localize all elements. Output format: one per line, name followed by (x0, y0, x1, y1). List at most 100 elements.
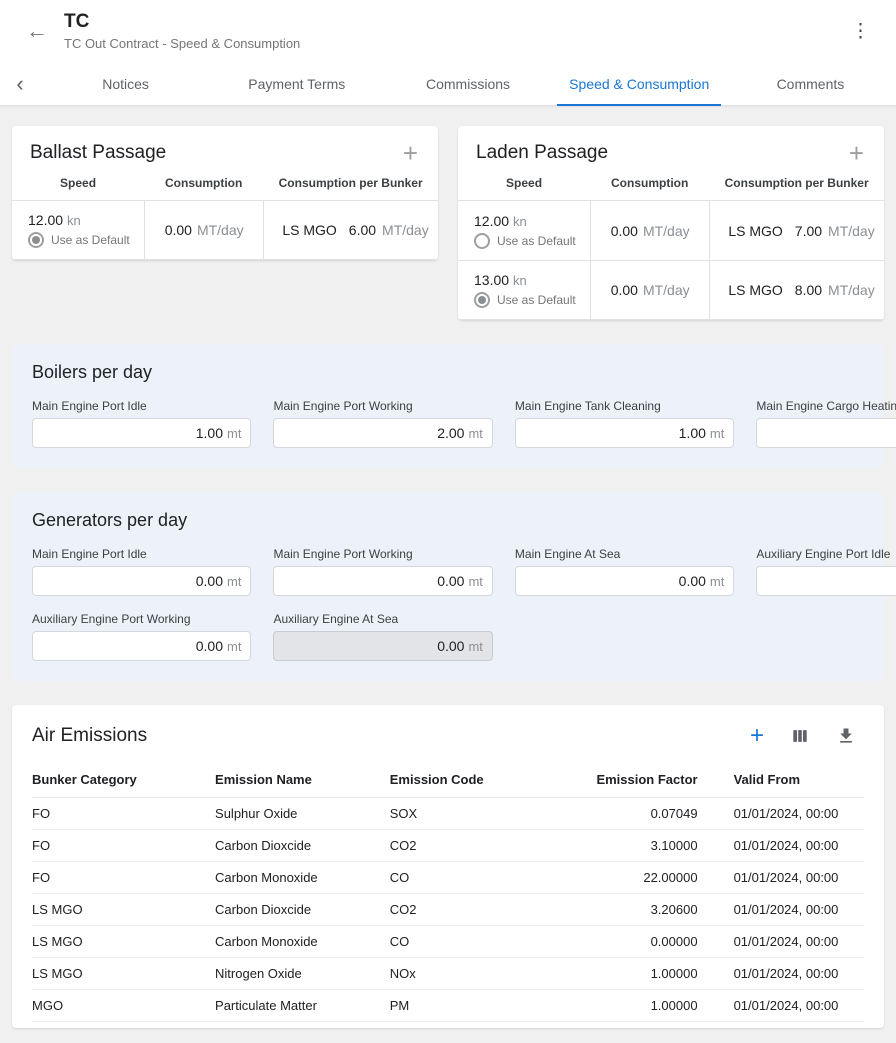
bunker-consumption-cell[interactable]: LS MGO 6.00 MT/day (263, 201, 438, 259)
air-emissions-card: Air Emissions + Bunker Cate (12, 705, 884, 1028)
tab-commissions[interactable]: Commissions (382, 62, 553, 105)
unit-label: mt (710, 426, 724, 441)
radio-selected-icon[interactable] (474, 292, 490, 308)
radio-unselected-icon[interactable] (474, 233, 490, 249)
use-as-default-option[interactable]: Use as Default (28, 232, 136, 248)
gen-aux-engine-port-idle-input[interactable] (766, 573, 896, 589)
laden-row-1: 12.00 kn Use as Default 0.00 MT/day LS (458, 200, 884, 260)
emission-row[interactable]: FO Carbon Monoxide CO 22.00000 01/01/202… (32, 861, 864, 893)
col-valid-from: Valid From (698, 763, 864, 798)
emissions-table-header-row: Bunker Category Emission Name Emission C… (32, 763, 864, 798)
speed-value-line: 12.00 kn (28, 212, 136, 228)
generators-per-day-section: Generators per day Main Engine Port Idle… (12, 492, 884, 681)
tab-notices[interactable]: Notices (40, 62, 211, 105)
bunker-name: LS MGO (282, 222, 336, 238)
breadcrumb: TC Out Contract - Speed & Consumption (64, 36, 845, 51)
tabs-scroll-left-icon[interactable]: ‹ (0, 62, 40, 105)
input-container: mt (756, 566, 896, 596)
air-emissions-actions: + (748, 723, 864, 749)
air-emissions-header: Air Emissions + (32, 721, 864, 763)
emission-row[interactable]: FO Sulphur Oxide SOX 0.07049 01/01/2024,… (32, 797, 864, 829)
laden-passage-header: Laden Passage + (458, 126, 884, 176)
input-container-disabled: mt (273, 631, 492, 661)
column-header-consumption-per-bunker: Consumption per Bunker (263, 176, 438, 190)
unit-label: mt (227, 574, 241, 589)
consumption-cell[interactable]: 0.00 MT/day (144, 201, 263, 259)
emission-row[interactable]: FO Carbon Dioxcide CO2 3.10000 01/01/202… (32, 829, 864, 861)
columns-icon[interactable] (788, 724, 812, 748)
column-header-consumption: Consumption (144, 176, 263, 190)
unit-label: mt (227, 426, 241, 441)
unit-label: mt (227, 639, 241, 654)
main-engine-port-working-input[interactable] (283, 425, 468, 441)
main-engine-port-idle-input[interactable] (42, 425, 227, 441)
bunker-consumption-cell[interactable]: LS MGO 7.00 MT/day (709, 201, 884, 260)
gen-aux-engine-port-working-input[interactable] (42, 638, 227, 654)
field-auxiliary-engine-port-idle: Auxiliary Engine Port Idle mt (756, 547, 896, 596)
column-header-speed: Speed (458, 176, 590, 190)
emission-row[interactable]: LS MGO Carbon Monoxide CO 0.00000 01/01/… (32, 925, 864, 957)
use-as-default-label: Use as Default (497, 293, 576, 307)
radio-selected-icon[interactable] (28, 232, 44, 248)
col-emission-code: Emission Code (390, 763, 540, 798)
gen-main-engine-port-working-input[interactable] (283, 573, 468, 589)
use-as-default-option[interactable]: Use as Default (474, 233, 582, 249)
consumption-value: 0.00 (611, 223, 638, 239)
unit-label: mt (468, 574, 482, 589)
ballast-passage-card: Ballast Passage + Speed Consumption Cons… (12, 126, 438, 260)
air-emissions-title: Air Emissions (32, 725, 147, 747)
laden-passage-card: Laden Passage + Speed Consumption Consum… (458, 126, 884, 320)
field-main-engine-cargo-heating: Main Engine Cargo Heating mt (756, 399, 896, 448)
field-main-engine-at-sea: Main Engine At Sea mt (515, 547, 734, 596)
input-container: mt (756, 418, 896, 448)
speed-value: 13.00 (474, 272, 509, 288)
gen-main-engine-port-idle-input[interactable] (42, 573, 227, 589)
gen-aux-engine-at-sea-input (283, 638, 468, 654)
input-container: mt (515, 566, 734, 596)
bunker-consumption-cell[interactable]: LS MGO 8.00 MT/day (709, 261, 884, 319)
field-main-engine-port-working: Main Engine Port Working mt (273, 399, 492, 448)
main-engine-cargo-heating-input[interactable] (766, 425, 896, 441)
speed-unit: kn (513, 273, 527, 288)
speed-value: 12.00 (474, 213, 509, 229)
use-as-default-label: Use as Default (51, 233, 130, 247)
input-container: mt (32, 631, 251, 661)
input-container: mt (32, 566, 251, 596)
add-laden-speed-icon[interactable]: + (845, 143, 868, 164)
speed-value-line: 13.00 kn (474, 272, 582, 288)
emission-row[interactable]: LS MGO Nitrogen Oxide NOx 1.00000 01/01/… (32, 957, 864, 989)
page-title: TC (64, 11, 845, 34)
laden-table-header: Speed Consumption Consumption per Bunker (458, 176, 884, 200)
col-emission-factor: Emission Factor (540, 763, 698, 798)
tab-speed-consumption[interactable]: Speed & Consumption (554, 62, 725, 105)
consumption-cell[interactable]: 0.00 MT/day (590, 201, 709, 260)
emission-row[interactable]: MGO Particulate Matter PM 1.00000 01/01/… (32, 989, 864, 1021)
speed-unit: kn (67, 213, 81, 228)
app-window: ← TC TC Out Contract - Speed & Consumpti… (0, 0, 896, 1043)
col-emission-name: Emission Name (215, 763, 390, 798)
emission-row[interactable]: LS MGO Carbon Dioxcide CO2 3.20600 01/01… (32, 893, 864, 925)
use-as-default-label: Use as Default (497, 234, 576, 248)
bunker-unit: MT/day (382, 222, 429, 238)
use-as-default-option[interactable]: Use as Default (474, 292, 582, 308)
main-engine-tank-cleaning-input[interactable] (525, 425, 710, 441)
field-main-engine-port-idle: Main Engine Port Idle mt (32, 547, 251, 596)
back-arrow-icon[interactable]: ← (26, 20, 60, 42)
input-container: mt (273, 418, 492, 448)
tab-payment-terms[interactable]: Payment Terms (211, 62, 382, 105)
laden-row-2: 13.00 kn Use as Default 0.00 MT/day LS (458, 260, 884, 320)
bunker-name: LS MGO (728, 223, 782, 239)
field-auxiliary-engine-at-sea: Auxiliary Engine At Sea mt (273, 612, 492, 661)
input-container: mt (273, 566, 492, 596)
kebab-menu-icon[interactable]: ⋮ (845, 18, 876, 45)
main-content: Ballast Passage + Speed Consumption Cons… (0, 106, 896, 1042)
gen-main-engine-at-sea-input[interactable] (525, 573, 710, 589)
field-auxiliary-engine-port-working: Auxiliary Engine Port Working mt (32, 612, 251, 661)
download-icon[interactable] (834, 724, 858, 748)
speed-cell: 12.00 kn Use as Default (458, 201, 590, 260)
consumption-cell[interactable]: 0.00 MT/day (590, 261, 709, 319)
tab-comments[interactable]: Comments (725, 62, 896, 105)
speed-value: 12.00 (28, 212, 63, 228)
add-ballast-speed-icon[interactable]: + (399, 143, 422, 164)
add-emission-icon[interactable]: + (748, 723, 766, 749)
